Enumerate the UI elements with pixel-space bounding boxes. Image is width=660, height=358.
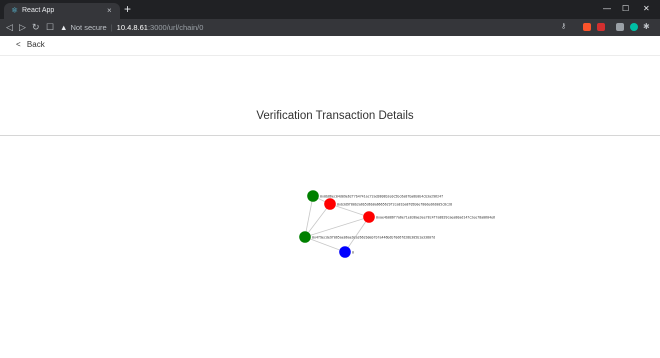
- graph-node-red[interactable]: [363, 211, 375, 223]
- transaction-graph[interactable]: 0x0b86ec04d09e62f7b4741ac72ad3808b2e0c5b…: [0, 0, 660, 358]
- graph-edge: [304, 203, 331, 238]
- graph-edge: [304, 216, 370, 238]
- graph-node-label: 0x0b86ec04d09e62f7b4741ac72ad3808b2e0c5b…: [320, 195, 443, 199]
- graph-node-green[interactable]: [307, 190, 319, 202]
- graph-node-red[interactable]: [324, 198, 336, 210]
- graph-edge: [344, 216, 370, 253]
- graph-node-label: 0xae4b086f7a6e71e038ae3ee78c4f7a8839caea…: [376, 216, 495, 220]
- graph-node-blue[interactable]: [339, 246, 351, 258]
- graph-node-green[interactable]: [299, 231, 311, 243]
- graph-node-label: 0xb3d9f80b2a6b5d6b0a6665629f2ca81ba8f05b…: [337, 203, 452, 207]
- graph-edge: [304, 195, 314, 238]
- graph-nodes: 0x0b86ec04d09e62f7b4741ac72ad3808b2e0c5b…: [299, 190, 495, 258]
- graph-node-label: 0: [352, 251, 354, 255]
- graph-node-label: 0x4f9ecde9f065ae06ae9ca2662b0ab7b7a446bd…: [312, 236, 435, 240]
